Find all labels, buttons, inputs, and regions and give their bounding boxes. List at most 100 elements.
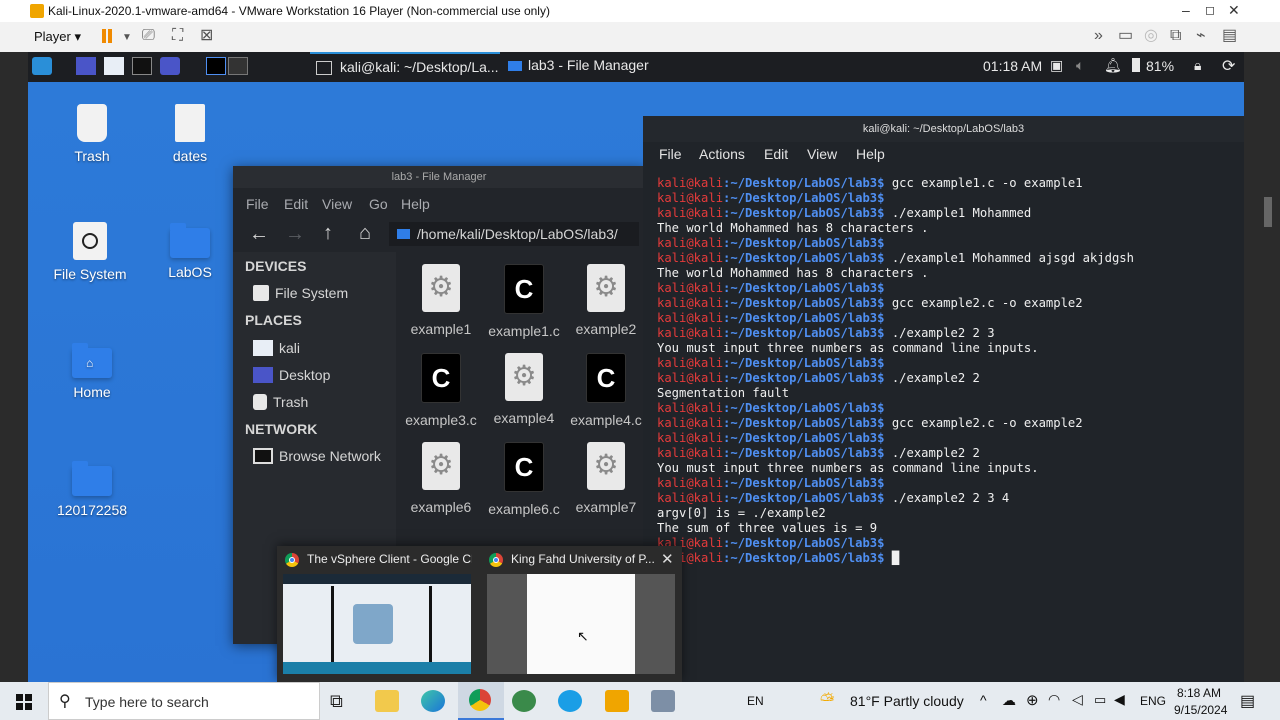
file-item-example2[interactable]: example2 <box>566 264 646 337</box>
fm-menu-file[interactable]: File <box>246 196 269 212</box>
prompt-path: :~/Desktop/LabOS/lab3$ <box>723 206 885 220</box>
terminal-output[interactable]: kali@kali:~/Desktop/LabOS/lab3$ gcc exam… <box>657 176 1134 566</box>
vmware-taskbar-icon[interactable] <box>605 690 629 712</box>
sidebar-item-browse-network[interactable]: Browse Network <box>253 448 381 464</box>
file-item-example4[interactable]: example4 <box>484 353 564 426</box>
unity-icon[interactable]: ⊠ <box>200 28 213 44</box>
cloud-icon[interactable]: ☁︎ <box>1002 692 1016 709</box>
blue-app-icon[interactable] <box>558 690 582 712</box>
notification-bell-icon[interactable]: 🔔︎ <box>1104 57 1122 74</box>
show-desktop-icon[interactable] <box>76 57 96 75</box>
up-arrow-icon[interactable]: ↑ <box>323 222 333 245</box>
browser-launcher-icon[interactable] <box>160 57 180 75</box>
fit-guest-icon[interactable]: ⛶ <box>172 28 183 44</box>
file-item-example1-c[interactable]: example1.c <box>484 264 564 339</box>
input-language-indicator[interactable]: EN <box>747 694 764 708</box>
desktop-icon-dates[interactable]: dates <box>145 104 235 164</box>
hard-disk-icon[interactable]: ▭ <box>1118 28 1133 44</box>
cd-icon[interactable]: ◎ <box>1144 28 1158 44</box>
file-explorer-icon[interactable] <box>375 690 399 712</box>
task-filemanager[interactable]: lab3 - File Manager <box>502 52 682 82</box>
fm-menu-help[interactable]: Help <box>401 196 430 212</box>
file-item-example3-c[interactable]: example3.c <box>401 353 481 428</box>
home-icon[interactable]: ⌂ <box>359 222 371 245</box>
thumbnail-title: The vSphere Client - Google Ch... <box>307 552 472 566</box>
windows-start-icon[interactable] <box>16 694 32 710</box>
wifi-icon[interactable]: ◠ <box>1048 691 1060 708</box>
thumbnail-kfupm[interactable]: King Fahd University of P... ✕ ↖ <box>481 546 681 680</box>
ime-indicator[interactable]: ENG <box>1140 694 1166 708</box>
fm-menu-edit[interactable]: Edit <box>284 196 308 212</box>
close-icon[interactable]: ✕ <box>1228 2 1240 19</box>
pause-icon[interactable] <box>100 28 114 44</box>
file-item-example6-c[interactable]: example6.c <box>484 442 564 517</box>
maximize-icon[interactable]: ◻ <box>1205 3 1215 17</box>
battery-icon[interactable] <box>1132 58 1140 72</box>
file-manager-launcher-icon[interactable] <box>104 57 124 75</box>
panel-clock[interactable]: 01:18 AM <box>983 58 1042 74</box>
term-menu-help[interactable]: Help <box>856 146 885 162</box>
task-view-icon[interactable]: ⧉ <box>330 691 343 712</box>
battery-tray-icon[interactable]: ▭ <box>1094 692 1106 708</box>
desktop-icon-trash[interactable]: Trash <box>47 104 137 164</box>
sound-card-icon[interactable]: ▤ <box>1222 28 1237 44</box>
thumbnail-vsphere[interactable]: The vSphere Client - Google Ch... <box>277 546 477 680</box>
tray-overflow-icon[interactable]: ^ <box>980 692 987 708</box>
forward-arrow-icon[interactable]: → <box>285 223 305 246</box>
usb-icon[interactable]: ⌁ <box>1196 28 1206 44</box>
power-icon[interactable]: ⟳ <box>1222 56 1235 76</box>
terminal-window[interactable]: kali@kali: ~/Desktop/LabOS/lab3 File Act… <box>643 116 1244 682</box>
thumbnail-preview <box>283 574 471 674</box>
workspace-2-icon[interactable] <box>228 57 248 75</box>
desktop-icon-file-system[interactable]: File System <box>45 222 135 282</box>
notifications-icon[interactable]: ▤ <box>1240 691 1255 711</box>
workspace-1-icon[interactable] <box>206 57 226 75</box>
edge-icon[interactable] <box>421 690 445 712</box>
task-terminal[interactable]: kali@kali: ~/Desktop/La... <box>310 52 500 82</box>
sidebar-item-file-system[interactable]: File System <box>253 285 348 301</box>
send-ctrl-alt-del-icon[interactable]: ⎚ <box>142 28 155 44</box>
sidebar-places-heading: PLACES <box>245 312 302 328</box>
app-taskbar-icon[interactable] <box>651 690 675 712</box>
clock-date[interactable]: 9/15/2024 <box>1174 703 1227 717</box>
fast-forward-icon[interactable]: » <box>1094 28 1103 44</box>
pause-dropdown-icon[interactable]: ▼ <box>122 30 132 46</box>
kali-menu-icon[interactable] <box>32 57 52 75</box>
volume-icon[interactable]: 🔈︎ <box>1076 57 1084 74</box>
location-bar[interactable]: /home/kali/Desktop/LabOS/lab3/ <box>389 222 639 246</box>
chrome-taskbar-button[interactable] <box>458 682 504 720</box>
terminal-launcher-icon[interactable] <box>132 57 152 75</box>
desktop-icon-120172258[interactable]: 120172258 <box>47 461 137 518</box>
file-item-example1[interactable]: example1 <box>401 264 481 337</box>
globe-icon[interactable]: ⊕ <box>1026 691 1039 709</box>
weather-text[interactable]: 81°F Partly cloudy <box>850 693 964 709</box>
term-menu-file[interactable]: File <box>659 146 682 162</box>
file-item-example7[interactable]: example7 <box>566 442 646 515</box>
minimize-icon[interactable]: – <box>1182 2 1190 18</box>
network-adapter-icon[interactable]: ⧉ <box>1170 28 1181 44</box>
back-arrow-icon[interactable]: ← <box>249 223 269 246</box>
close-thumbnail-icon[interactable]: ✕ <box>661 550 674 568</box>
clock-time[interactable]: 8:18 AM <box>1177 686 1221 700</box>
term-menu-edit[interactable]: Edit <box>764 146 788 162</box>
term-menu-view[interactable]: View <box>807 146 837 162</box>
host-scrollbar-thumb[interactable] <box>1264 197 1272 227</box>
lock-icon[interactable]: 🔒︎ <box>1194 57 1201 74</box>
sidebar-item-kali[interactable]: kali <box>253 340 300 356</box>
speaker-icon[interactable]: ◁ <box>1072 691 1083 708</box>
fm-menu-view[interactable]: View <box>322 196 352 212</box>
hotspot-shield-icon[interactable] <box>512 690 536 712</box>
file-item-example6[interactable]: example6 <box>401 442 481 515</box>
volume-tray-icon[interactable]: ◀︎ <box>1114 691 1125 708</box>
prompt-path: :~/Desktop/LabOS/lab3$ <box>723 296 885 310</box>
file-item-example4-c[interactable]: example4.c <box>566 353 646 428</box>
desktop-icon-home[interactable]: ⌂ Home <box>47 343 137 400</box>
player-menu-button[interactable]: Player ▾ <box>34 29 81 45</box>
taskbar-search-box[interactable]: ⚲ Type here to search <box>48 682 320 720</box>
sidebar-item-desktop[interactable]: Desktop <box>253 367 330 383</box>
sidebar-item-trash[interactable]: Trash <box>253 394 308 410</box>
display-icon[interactable]: ▣ <box>1050 57 1063 74</box>
desktop-icon-labos[interactable]: LabOS <box>145 223 235 280</box>
fm-menu-go[interactable]: Go <box>369 196 388 212</box>
term-menu-actions[interactable]: Actions <box>699 146 745 162</box>
